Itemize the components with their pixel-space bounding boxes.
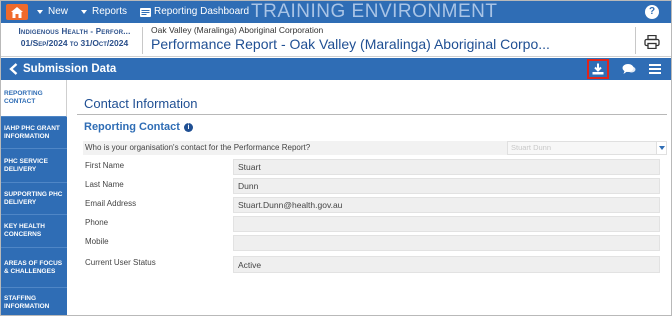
sidebar-item-phc-service-delivery[interactable]: PHC Service Delivery	[1, 149, 67, 183]
last-name-field: Dunn	[233, 178, 660, 194]
field-row-last-name: Last Name Dunn	[83, 178, 667, 195]
home-button[interactable]	[6, 4, 28, 20]
section-title: Contact Information	[84, 96, 198, 111]
sidebar-item-label: Key Health Concerns	[4, 223, 45, 238]
reporting-contact-select-value: Stuart Dunn	[511, 143, 552, 152]
reports-menu-label: Reports	[92, 6, 128, 17]
help-icon[interactable]: ?	[645, 5, 659, 19]
report-period-selector[interactable]: Indigenous Health - Perfor... 01/Sep/202…	[9, 27, 140, 53]
email-address-field: Stuart.Dunn@health.gov.au	[233, 197, 660, 213]
download-button[interactable]	[587, 59, 609, 79]
reporting-contact-question: Who is your organisation's contact for t…	[83, 141, 667, 155]
print-icon[interactable]	[644, 35, 660, 49]
chevron-left-icon[interactable]	[7, 62, 21, 76]
report-header: Indigenous Health - Perfor... 01/Sep/202…	[1, 23, 671, 57]
field-row-first-name: First Name Stuart	[83, 159, 667, 176]
chevron-down-icon	[37, 10, 43, 14]
field-label: Current User Status	[85, 258, 156, 267]
download-icon	[592, 63, 604, 75]
organisation-name: Oak Valley (Maralinga) Aboriginal Corpor…	[151, 25, 324, 35]
top-navigation: New Reports Reporting Dashboard TRAINING…	[1, 1, 671, 23]
sidebar-item-label: Areas of Focus & Challenges	[4, 259, 63, 275]
subsection-title-text: Reporting Contact	[84, 121, 180, 133]
sidebar-item-label: Reporting Contact	[4, 90, 43, 105]
sidebar-item-label: Supporting PHC Delivery	[4, 190, 63, 206]
reporting-contact-select[interactable]: Stuart Dunn	[507, 141, 667, 155]
report-period: 01/Sep/2024 to 31/Oct/2024	[20, 38, 129, 48]
section-sidebar: Reporting Contact IAHP PHC Grant Informa…	[1, 80, 67, 315]
new-menu[interactable]: New	[37, 1, 68, 23]
page-title: Performance Report - Oak Valley (Maralin…	[151, 36, 550, 52]
submission-data-title: Submission Data	[23, 63, 117, 75]
field-label: Email Address	[85, 199, 137, 208]
sidebar-item-staffing-information[interactable]: Staffing Information	[1, 288, 67, 315]
header-divider	[635, 27, 636, 54]
field-row-email-address: Email Address Stuart.Dunn@health.gov.au	[83, 197, 667, 214]
subsection-title: Reporting Contact i	[84, 121, 193, 133]
header-divider	[142, 27, 143, 54]
sidebar-item-key-health-concerns[interactable]: Key Health Concerns	[1, 215, 67, 248]
main-content: Contact Information Reporting Contact i …	[67, 80, 671, 315]
submission-data-bar: Submission Data	[1, 58, 671, 80]
sidebar-item-supporting-phc-delivery[interactable]: Supporting PHC Delivery	[1, 183, 67, 215]
mobile-field	[233, 235, 660, 251]
field-row-phone: Phone	[83, 216, 667, 233]
app-window: New Reports Reporting Dashboard TRAINING…	[0, 0, 672, 316]
reports-menu[interactable]: Reports	[81, 1, 127, 23]
field-row-mobile: Mobile	[83, 235, 667, 252]
field-label: Mobile	[85, 237, 109, 246]
reporting-dashboard-link[interactable]: Reporting Dashboard	[140, 1, 249, 23]
phone-field	[233, 216, 660, 232]
sidebar-item-reporting-contact[interactable]: Reporting Contact	[1, 80, 67, 117]
dashboard-icon	[140, 7, 151, 17]
chevron-down-icon	[656, 142, 666, 154]
comments-icon[interactable]	[622, 63, 636, 75]
menu-icon[interactable]	[649, 64, 661, 74]
organisation-short-name: Indigenous Health - Perfor...	[18, 27, 131, 36]
info-icon[interactable]: i	[183, 122, 193, 132]
chevron-down-icon	[81, 10, 87, 14]
sidebar-item-label: Staffing Information	[4, 294, 50, 310]
field-label: Phone	[85, 218, 109, 227]
field-row-current-user-status: Current User Status Active	[83, 256, 667, 273]
question-label: Who is your organisation's contact for t…	[85, 143, 311, 152]
current-user-status-field: Active	[233, 256, 660, 273]
new-menu-label: New	[48, 6, 69, 17]
field-label: Last Name	[85, 180, 124, 189]
home-icon	[11, 6, 23, 18]
sidebar-item-iahp-phc-grant-information[interactable]: IAHP PHC Grant Information	[1, 117, 67, 149]
section-divider	[77, 114, 667, 115]
first-name-field: Stuart	[233, 159, 660, 175]
reporting-dashboard-label: Reporting Dashboard	[154, 6, 250, 17]
sidebar-item-label: PHC Service Delivery	[4, 157, 48, 173]
training-environment-banner: TRAINING ENVIRONMENT	[251, 1, 498, 22]
sidebar-item-areas-of-focus-challenges[interactable]: Areas of Focus & Challenges	[1, 248, 67, 288]
field-label: First Name	[85, 161, 125, 170]
sidebar-item-label: IAHP PHC Grant Information	[4, 124, 60, 140]
